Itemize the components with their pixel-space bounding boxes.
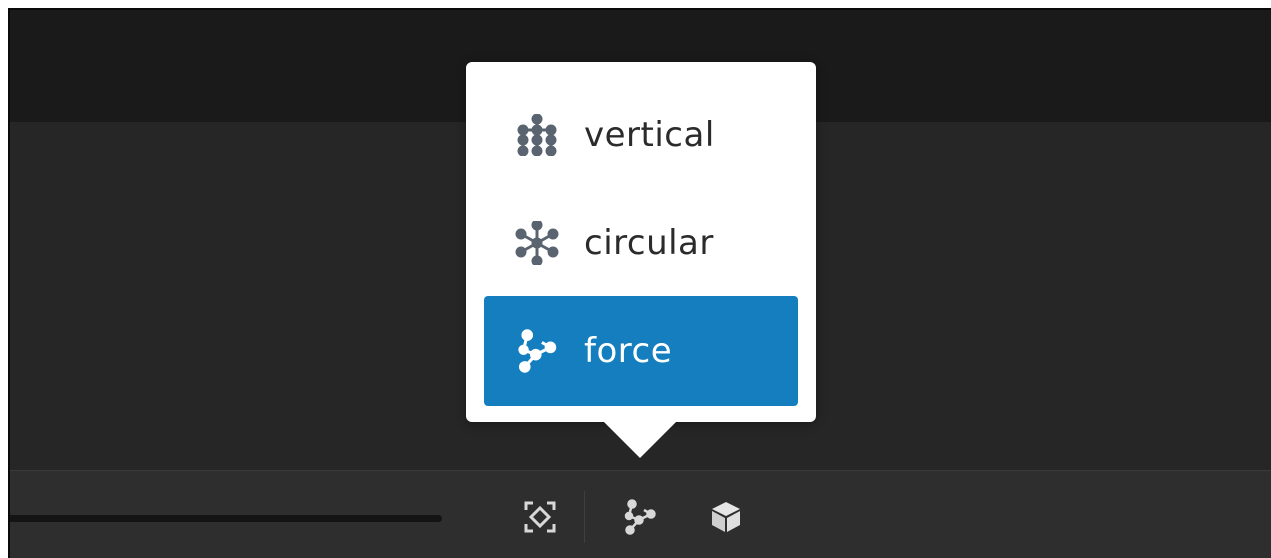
menu-item-circular[interactable]: circular [484, 188, 798, 298]
force-layout-icon [508, 322, 566, 380]
fit-screen-button[interactable] [520, 499, 560, 539]
menu-item-label: vertical [584, 115, 715, 155]
bottom-toolbar [10, 470, 1271, 558]
toolbar-separator [584, 491, 585, 543]
layout-menu-popover: vertical circular force [466, 62, 816, 422]
3d-view-button[interactable] [706, 499, 746, 539]
vertical-tree-icon [508, 106, 566, 164]
popover-arrow [602, 420, 678, 458]
zoom-slider-track[interactable] [10, 515, 442, 522]
circular-layout-icon [508, 214, 566, 272]
menu-item-label: circular [584, 223, 714, 263]
menu-item-label: force [584, 331, 673, 371]
fit-screen-icon [523, 500, 557, 538]
force-layout-icon [622, 499, 658, 539]
menu-item-vertical[interactable]: vertical [484, 80, 798, 190]
cube-icon [708, 499, 744, 539]
layout-selector-button[interactable] [620, 499, 660, 539]
menu-item-force[interactable]: force [484, 296, 798, 406]
